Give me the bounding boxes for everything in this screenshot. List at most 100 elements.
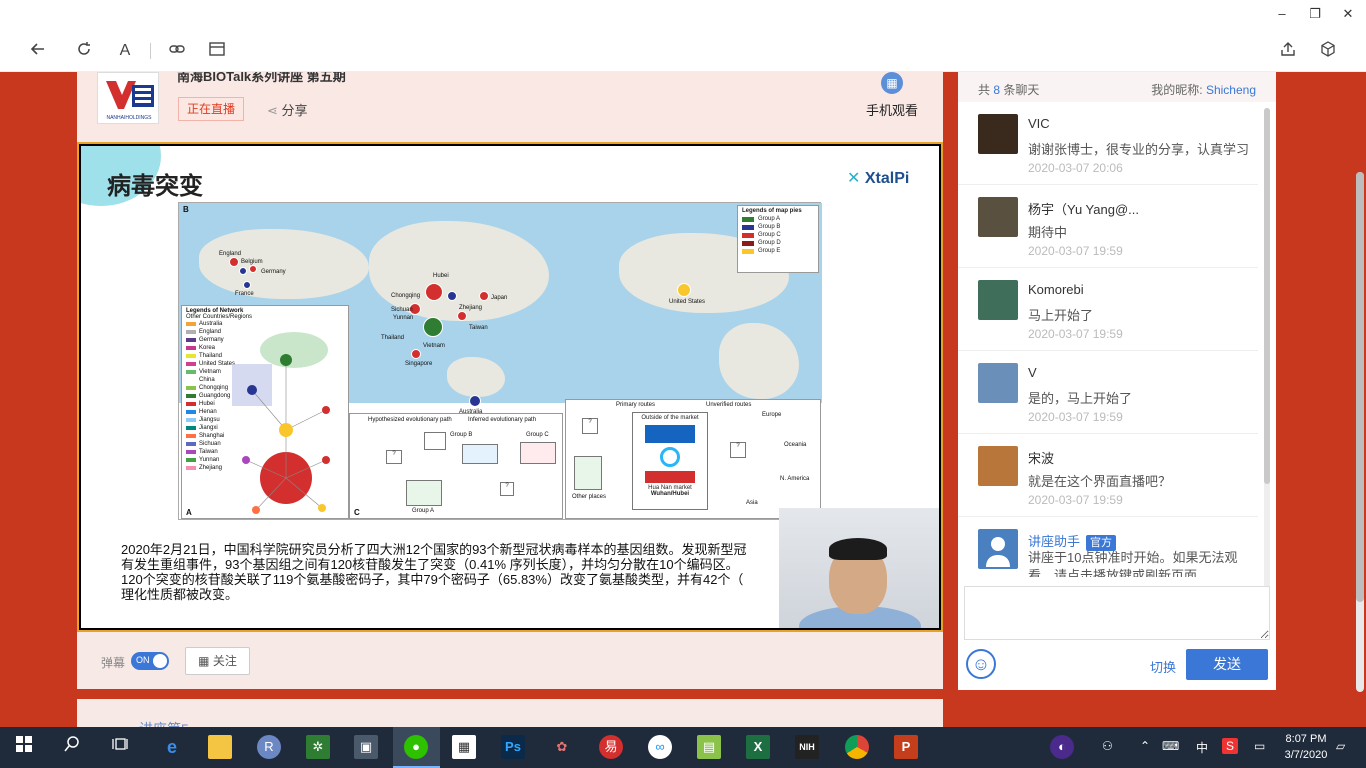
- group-label: Group A: [412, 508, 435, 514]
- chat-message-list[interactable]: VIC 谢谢张博士，很专业的分享，认真学习 2020-03-07 20:06 杨…: [958, 102, 1276, 582]
- network-icon[interactable]: ▭: [1254, 739, 1265, 753]
- app-icon[interactable]: 易: [599, 735, 623, 759]
- chat-text: 马上开始了: [1028, 308, 1094, 323]
- chat-count-suffix: 条聊天: [1003, 83, 1040, 97]
- store-icon[interactable]: ▦: [452, 735, 476, 759]
- map-pie: [469, 395, 481, 407]
- network-legend-swatch: [186, 410, 196, 414]
- map-label: France: [235, 291, 254, 297]
- smiley-icon[interactable]: ☺: [966, 649, 996, 679]
- app-icon[interactable]: ✲: [306, 735, 330, 759]
- page-background: NANHAIHOLDINGS 南海BIOTalk系列讲座 第五期 正在直播 ⋖ …: [0, 72, 1366, 727]
- network-legend-swatch: [186, 386, 196, 390]
- sogou-ime-icon[interactable]: S: [1222, 738, 1238, 754]
- wechat-icon[interactable]: ●: [404, 735, 428, 759]
- search-icon[interactable]: [60, 735, 84, 759]
- network-legend-swatch: [186, 370, 196, 374]
- avatar: [978, 280, 1018, 320]
- toggle-knob: [153, 654, 167, 668]
- app-icon[interactable]: ✿: [550, 735, 574, 759]
- share-button[interactable]: ⋖ 分享: [267, 100, 308, 119]
- refresh-icon[interactable]: [72, 40, 96, 62]
- caption-line: 理化性质都被改变。: [121, 587, 239, 602]
- mobile-watch-button[interactable]: ▦ 手机观看: [847, 72, 937, 122]
- map-pie-legend: Legends of map pies Group A Group B Grou…: [737, 205, 819, 273]
- file-explorer-icon[interactable]: [208, 735, 232, 759]
- speaker-hair: [829, 538, 887, 560]
- nickname-label: 我的昵称:: [1151, 83, 1203, 97]
- legend-swatch: [742, 240, 754, 246]
- danmu-toggle[interactable]: ON: [131, 652, 169, 670]
- network-legend-swatch: [186, 322, 196, 326]
- destination-label: N. America: [780, 476, 810, 482]
- route-legend-label: Primary routes: [616, 402, 656, 408]
- photoshop-icon[interactable]: Ps: [501, 735, 525, 759]
- page-scroll-thumb[interactable]: [1356, 172, 1364, 602]
- keyboard-icon[interactable]: ⌨: [1162, 739, 1179, 753]
- window-icon[interactable]: [205, 40, 229, 62]
- page-scrollbar[interactable]: [1356, 172, 1364, 692]
- chat-count-prefix: 共: [978, 83, 991, 97]
- close-button[interactable]: ✕: [1336, 4, 1360, 24]
- map-pie: [411, 349, 421, 359]
- network-legend-swatch: [186, 458, 196, 462]
- chat-message: V 是的，马上开始了 2020-03-07 19:59: [958, 351, 1258, 434]
- avatar: [978, 446, 1018, 486]
- chat-input[interactable]: [964, 586, 1270, 640]
- map-label: Sichuan: [391, 307, 413, 313]
- excel-icon[interactable]: X: [746, 735, 770, 759]
- legend-swatch: [742, 224, 754, 230]
- chevron-up-icon[interactable]: ⌃: [1140, 739, 1150, 753]
- network-legend-swatch: [186, 394, 196, 398]
- cube-icon[interactable]: [1316, 40, 1340, 62]
- powerpoint-icon[interactable]: P: [894, 735, 918, 759]
- player-card: NANHAIHOLDINGS 南海BIOTalk系列讲座 第五期 正在直播 ⋖ …: [77, 72, 943, 689]
- slide-title: 病毒突变: [107, 172, 203, 200]
- arrow-left-icon[interactable]: [26, 40, 50, 62]
- font-size-button[interactable]: A: [113, 40, 137, 62]
- r-app-icon[interactable]: R: [257, 735, 281, 759]
- nih-icon[interactable]: NIH: [795, 735, 819, 759]
- chat-scrollbar[interactable]: [1264, 108, 1270, 588]
- windows-start-icon[interactable]: [12, 735, 36, 759]
- network-legend-label: Jiangxi: [199, 425, 218, 431]
- edge-browser-icon[interactable]: e: [160, 735, 184, 759]
- app-tray-icon[interactable]: ◐: [1050, 735, 1074, 759]
- chat-scroll-thumb[interactable]: [1264, 108, 1270, 484]
- switch-button[interactable]: 切换: [1150, 657, 1176, 676]
- wuhan-box: Outside of the market Hua Nan market Wuh…: [632, 412, 708, 510]
- route-legend-label: Unverified routes: [706, 402, 752, 408]
- minimize-button[interactable]: –: [1270, 4, 1294, 24]
- follow-button[interactable]: ▦ 关注: [185, 647, 250, 675]
- chrome-icon[interactable]: [845, 735, 869, 759]
- land-australia: [447, 357, 505, 397]
- network-legend-label: China: [199, 377, 215, 383]
- video-player[interactable]: 病毒突变 ✕ XtalPi England Belgium Germany Fr…: [77, 142, 943, 632]
- restore-button[interactable]: ❐: [1303, 4, 1327, 24]
- player-controls: 弹幕 ON ▦ 关注: [77, 647, 943, 689]
- network-legend-swatch: [186, 434, 196, 438]
- chat-text: 讲座于10点钟准时开始。如果无法观看，请点击播放键或刷新页面: [1028, 550, 1238, 577]
- legend-label: Group B: [758, 224, 781, 230]
- link-icon[interactable]: [165, 40, 189, 62]
- nickname-value[interactable]: Shicheng: [1206, 83, 1256, 97]
- network-legend-label: Vietnam: [199, 369, 221, 375]
- input-language[interactable]: 中: [1196, 739, 1208, 756]
- app-icon[interactable]: ▣: [354, 735, 378, 759]
- system-clock[interactable]: 8:07 PM 3/7/2020: [1284, 731, 1328, 763]
- share-icon[interactable]: [1276, 40, 1300, 62]
- people-icon[interactable]: ⚇: [1102, 739, 1113, 753]
- task-view-icon[interactable]: [108, 735, 132, 759]
- chat-author: 宋波: [1028, 451, 1055, 466]
- app-icon[interactable]: ▤: [697, 735, 721, 759]
- caption-line: 有发生重组事件，93个基因组之间有120核苷酸发生了突变（0.41% 序列长度）…: [121, 557, 739, 572]
- speaker-webcam: [779, 508, 939, 628]
- notification-icon[interactable]: ▱: [1336, 739, 1345, 753]
- network-legend-label: Germany: [199, 337, 224, 343]
- title-bar: – ❐ ✕: [0, 0, 1366, 30]
- network-legend-swatch: [186, 426, 196, 430]
- send-button[interactable]: 发送: [1186, 649, 1268, 680]
- baidu-netdisk-icon[interactable]: ∞: [648, 735, 672, 759]
- network-legend-label: Henan: [199, 409, 217, 415]
- network-legend-label: Chongqing: [199, 385, 229, 391]
